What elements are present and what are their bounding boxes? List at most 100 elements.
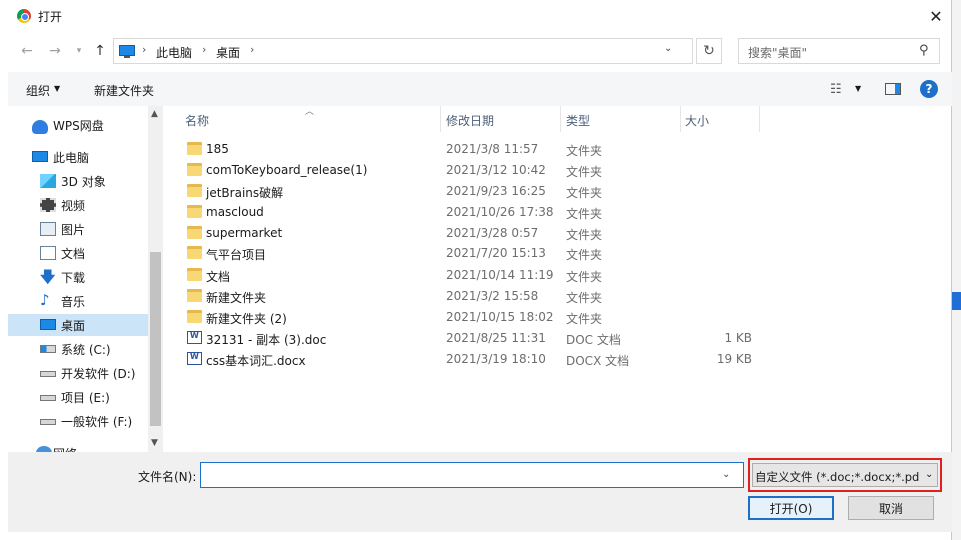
recent-locations-chevron-icon[interactable]: ▾ [68,40,90,62]
help-icon[interactable]: ? [920,80,938,98]
file-date: 2021/10/15 18:02 [446,310,554,324]
search-icon[interactable]: ⚲ [919,43,929,58]
address-bar[interactable]: › 此电脑 › 桌面 › ⌄ [113,38,693,64]
column-header-type[interactable]: 类型 [566,112,590,129]
desktop-icon [40,319,56,330]
file-name: 185 [206,142,229,156]
sidebar-item-network[interactable]: 网络 [8,442,148,452]
sidebar-item-drive-c[interactable]: 系统 (C:) [8,338,148,360]
file-name: mascloud [206,205,264,219]
background-accent-bar [952,292,961,310]
up-button[interactable]: ↑ [89,40,111,62]
filename-input[interactable] [201,463,711,487]
breadcrumb-separator-icon[interactable]: › [142,43,146,56]
column-divider[interactable] [759,106,760,132]
sidebar-item-label: 网络 [53,445,77,453]
file-row[interactable]: 32131 - 副本 (3).doc 2021/8/25 11:31 DOC 文… [163,328,763,349]
column-divider[interactable] [680,106,681,132]
file-row[interactable]: 气平台项目 2021/7/20 15:13 文件夹 [163,243,763,264]
filename-history-dropdown-icon[interactable]: ⌄ [722,469,730,480]
file-type: 文件夹 [566,312,603,326]
file-type: 文件夹 [566,207,603,221]
file-date: 2021/3/12 10:42 [446,163,546,177]
breadcrumb-desktop[interactable]: 桌面 [216,44,240,61]
back-button[interactable]: ← [16,40,38,62]
file-row[interactable]: mascloud 2021/10/26 17:38 文件夹 [163,202,763,223]
sidebar-item-label: 视频 [61,198,86,213]
file-row[interactable]: 文档 2021/10/14 11:19 文件夹 [163,265,763,286]
preview-pane-icon[interactable] [885,83,901,95]
folder-icon [187,246,202,259]
file-date: 2021/9/23 16:25 [446,184,546,198]
sidebar-item-documents[interactable]: 文档 [8,242,148,264]
close-button[interactable]: ✕ [920,0,952,32]
organize-caret-icon[interactable]: ▼ [54,84,60,93]
chrome-app-icon [17,9,31,23]
file-date: 2021/3/8 11:57 [446,142,539,156]
file-name: css基本词汇.docx [206,354,306,368]
sidebar-item-downloads[interactable]: 🡇 下载 [8,266,148,288]
column-divider[interactable] [560,106,561,132]
sidebar-item-music[interactable]: ♪ 音乐 [8,290,148,312]
file-type: 文件夹 [566,144,603,158]
cancel-button[interactable]: 取消 [848,496,934,520]
sidebar-item-drive-e[interactable]: 项目 (E:) [8,386,148,408]
file-row[interactable]: comToKeyboard_release(1) 2021/3/12 10:42… [163,160,763,181]
filename-field[interactable]: ⌄ [200,462,744,488]
file-row[interactable]: supermarket 2021/3/28 0:57 文件夹 [163,223,763,244]
scrollbar-thumb[interactable] [150,252,161,426]
breadcrumb-separator-icon[interactable]: › [250,43,254,56]
sidebar-item-pictures[interactable]: 图片 [8,218,148,240]
file-type: 文件夹 [566,291,603,305]
sidebar-item-videos[interactable]: 视频 [8,194,148,216]
view-caret-icon[interactable]: ▼ [855,84,861,93]
file-type: 文件夹 [566,186,603,200]
background-window-strip [952,0,961,540]
refresh-button[interactable]: ↻ [696,38,722,64]
sidebar-item-label: 3D 对象 [61,174,106,189]
chevron-down-icon[interactable]: ⌄ [925,469,933,480]
file-row[interactable]: 新建文件夹 2021/3/2 15:58 文件夹 [163,286,763,307]
folder-icon [187,310,202,323]
file-type: 文件夹 [566,270,603,284]
scroll-down-icon[interactable]: ▼ [151,438,158,448]
sidebar-item-this-pc[interactable]: 此电脑 [8,146,148,168]
file-date: 2021/7/20 15:13 [446,246,546,260]
sidebar-item-drive-d[interactable]: 开发软件 (D:) [8,362,148,384]
file-row[interactable]: jetBrains破解 2021/9/23 16:25 文件夹 [163,181,763,202]
column-header-name[interactable]: 名称 [185,112,209,129]
breadcrumb-this-pc[interactable]: 此电脑 [156,44,192,61]
sidebar-item-drive-f[interactable]: 一般软件 (F:) [8,410,148,432]
folder-icon [187,205,202,218]
video-icon [40,198,56,212]
address-dropdown-icon[interactable]: ⌄ [664,43,672,54]
new-folder-button[interactable]: 新建文件夹 [94,82,154,99]
cube-icon [40,174,56,188]
scroll-up-icon[interactable]: ▲ [151,109,158,119]
sidebar-item-label: WPS网盘 [53,118,104,133]
file-row[interactable]: 185 2021/3/8 11:57 文件夹 [163,139,763,160]
breadcrumb-separator-icon[interactable]: › [202,43,206,56]
file-row[interactable]: css基本词汇.docx 2021/3/19 18:10 DOCX 文档 19 … [163,349,763,370]
search-placeholder[interactable]: 搜索"桌面" [748,44,807,61]
file-name: 新建文件夹 (2) [206,312,287,326]
column-header-size[interactable]: 大小 [685,112,709,129]
sort-ascending-icon: ︿ [305,107,315,117]
sidebar-item-wps-cloud[interactable]: WPS网盘 [8,114,148,136]
file-date: 2021/3/19 18:10 [446,352,546,366]
open-button[interactable]: 打开(O) [748,496,834,520]
file-row[interactable]: 新建文件夹 (2) 2021/10/15 18:02 文件夹 [163,307,763,328]
file-type: 文件夹 [566,228,603,242]
column-header-modified[interactable]: 修改日期 [446,112,494,129]
search-box[interactable]: 搜索"桌面" ⚲ [738,38,940,64]
sidebar-item-label: 系统 (C:) [61,342,111,357]
file-type-filter-select[interactable]: 自定义文件 (*.doc;*.docx;*.pd ⌄ [752,463,938,487]
forward-button[interactable]: → [44,40,66,62]
sidebar-item-desktop[interactable]: 桌面 [8,314,148,336]
column-divider[interactable] [440,106,441,132]
sidebar-item-label: 文档 [61,246,86,261]
organize-menu[interactable]: 组织 [26,82,50,99]
sidebar-item-3d-objects[interactable]: 3D 对象 [8,170,148,192]
navigation-scrollbar[interactable]: ▲ ▼ [148,106,163,452]
view-options-icon[interactable]: ☷ [830,82,842,97]
